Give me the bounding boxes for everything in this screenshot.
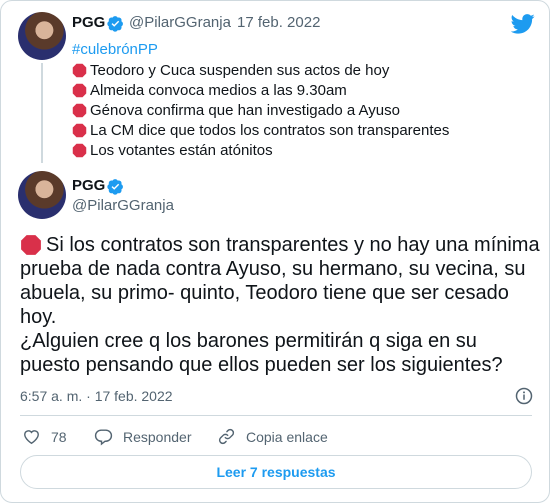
author-name[interactable]: PGG — [72, 177, 105, 194]
date-separator: · — [226, 14, 231, 31]
heart-icon — [24, 430, 39, 445]
divider — [20, 415, 532, 416]
read-replies-button[interactable]: Leer 7 respuestas — [20, 455, 532, 489]
list-item: Génova confirma que han investigado a Ay… — [72, 102, 400, 119]
list-item-text: La CM dice que todos los contratos son t… — [90, 122, 450, 139]
tweet-line-text: Si los contratos son transparentes y no … — [46, 234, 540, 256]
author-name[interactable]: PGG — [72, 14, 105, 31]
tweet-line: abuela, su primo- quinto, Teodoro tiene … — [20, 282, 509, 304]
reply-icon — [94, 429, 113, 446]
reply-label: Responder — [123, 428, 192, 445]
tweet-line: puesto pensando que ellos pueden ser los… — [20, 354, 503, 376]
tweet-line: hoy. — [20, 306, 57, 328]
stop-sign-icon — [72, 63, 87, 78]
list-item: Teodoro y Cuca suspenden sus actos de ho… — [72, 62, 389, 79]
twitter-logo-icon[interactable] — [511, 14, 535, 34]
list-item: Almeida convoca medios a las 9.30am — [72, 82, 347, 99]
tweet-date[interactable]: 17 feb. 2022 — [237, 14, 320, 31]
stop-sign-icon — [72, 143, 87, 158]
tweet-timestamp[interactable]: 6:57 a. m. · 17 feb. 2022 — [20, 388, 173, 404]
author-handle[interactable]: @PilarGGranja — [72, 197, 174, 214]
like-button[interactable]: 78 — [22, 427, 67, 446]
verified-badge-icon — [107, 179, 123, 195]
list-item: La CM dice que todos los contratos son t… — [72, 122, 449, 139]
avatar[interactable] — [18, 171, 66, 219]
tweet-text: Si los contratos son transparentes y no … — [20, 233, 540, 377]
stop-sign-icon — [72, 83, 87, 98]
tweet-line: ¿Alguien cree q los barones permitirán q… — [20, 330, 477, 352]
stop-sign-icon — [72, 123, 87, 138]
tweet-line: Si los contratos son transparentes y no … — [20, 233, 540, 257]
link-icon — [218, 428, 235, 445]
stop-sign-icon — [21, 235, 41, 255]
verified-badge-icon — [107, 16, 123, 32]
list-item-text: Teodoro y Cuca suspenden sus actos de ho… — [90, 62, 390, 79]
list-item-text: Almeida convoca medios a las 9.30am — [90, 82, 347, 99]
copy-link-button[interactable]: Copia enlace — [217, 427, 328, 446]
author-handle[interactable]: @PilarGGranja — [129, 14, 231, 31]
tweet-card: PGG @PilarGGranja · 17 feb. 2022 #culebr… — [0, 0, 550, 503]
thread-connector — [41, 63, 43, 163]
like-count: 78 — [51, 428, 67, 445]
list-item-text: Los votantes están atónitos — [90, 142, 273, 159]
info-icon[interactable] — [515, 387, 533, 405]
copy-link-label: Copia enlace — [246, 428, 328, 445]
hashtag-link[interactable]: #culebrónPP — [72, 41, 158, 58]
avatar[interactable] — [18, 12, 66, 60]
reply-button[interactable]: Responder — [94, 427, 192, 446]
tweet-line: prueba de nada contra Ayuso, su hermano,… — [20, 258, 526, 280]
list-item-text: Génova confirma que han investigado a Ay… — [90, 102, 400, 119]
list-item: Los votantes están atónitos — [72, 142, 273, 159]
stop-sign-icon — [72, 103, 87, 118]
